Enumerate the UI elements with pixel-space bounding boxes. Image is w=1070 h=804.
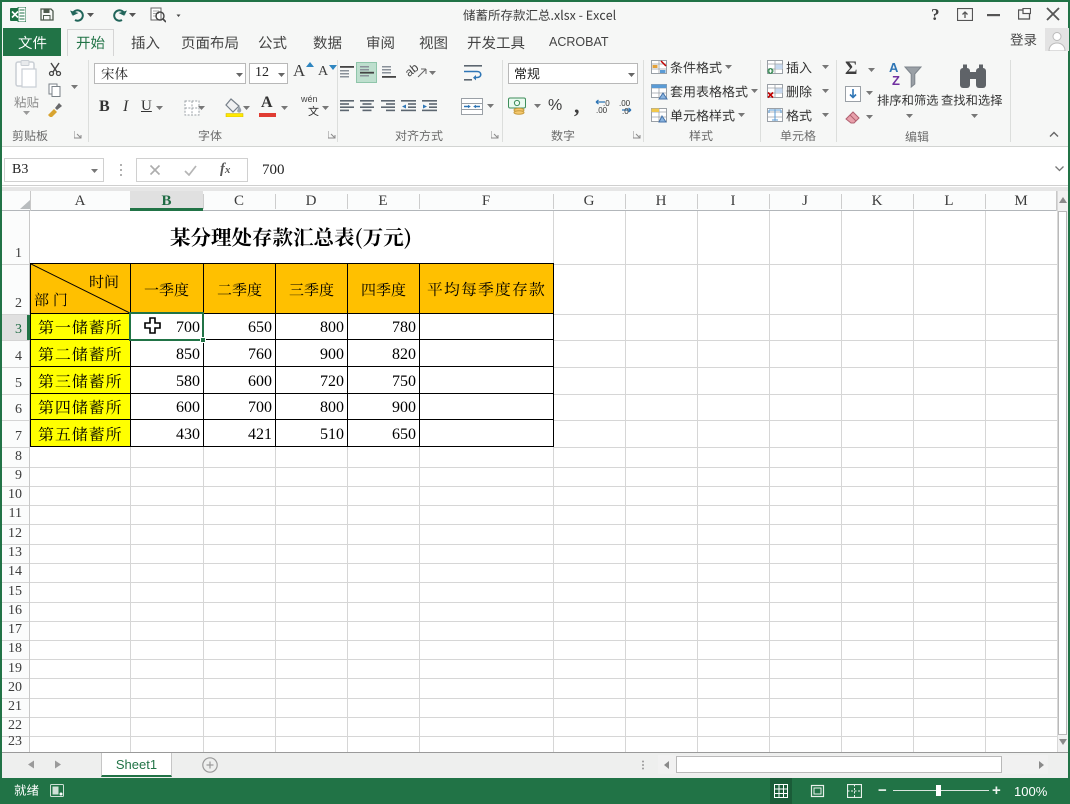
- svg-text:.0: .0: [603, 99, 610, 108]
- svg-text:.0: .0: [622, 107, 629, 114]
